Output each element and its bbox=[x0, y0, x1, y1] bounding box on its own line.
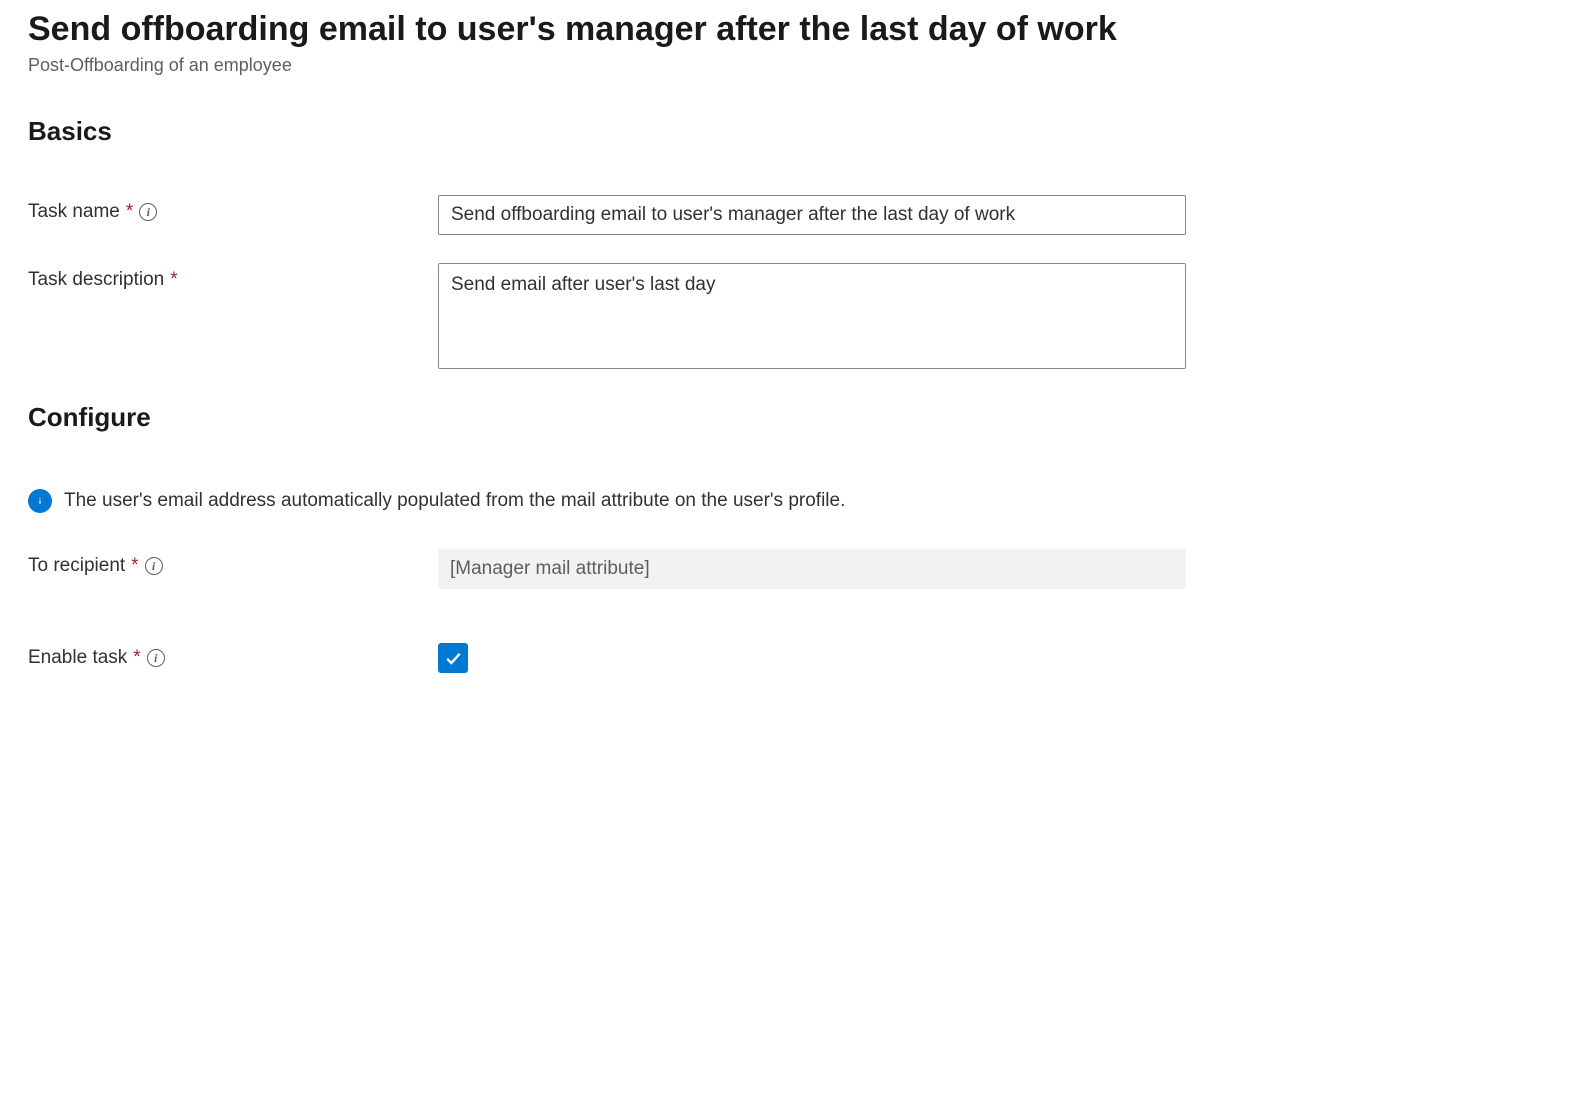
section-basics-heading: Basics bbox=[28, 116, 1563, 147]
task-name-input[interactable] bbox=[438, 195, 1186, 235]
info-banner: The user's email address automatically p… bbox=[28, 489, 1563, 513]
info-icon[interactable]: i bbox=[147, 649, 165, 667]
to-recipient-label: To recipient * i bbox=[28, 549, 438, 577]
enable-task-label-text: Enable task bbox=[28, 647, 127, 669]
section-configure-heading: Configure bbox=[28, 402, 1563, 433]
enable-task-label: Enable task * i bbox=[28, 641, 438, 669]
task-name-row: Task name * i bbox=[28, 195, 1563, 235]
task-description-row: Task description * bbox=[28, 263, 1563, 374]
required-indicator: * bbox=[170, 269, 177, 291]
to-recipient-row: To recipient * i [Manager mail attribute… bbox=[28, 549, 1563, 589]
task-description-label-text: Task description bbox=[28, 269, 164, 291]
required-indicator: * bbox=[126, 201, 133, 223]
info-icon[interactable]: i bbox=[145, 557, 163, 575]
info-icon[interactable]: i bbox=[139, 203, 157, 221]
page-subtitle: Post-Offboarding of an employee bbox=[28, 55, 1563, 76]
task-description-label: Task description * bbox=[28, 263, 438, 291]
required-indicator: * bbox=[133, 647, 140, 669]
page-title: Send offboarding email to user's manager… bbox=[28, 8, 1563, 51]
required-indicator: * bbox=[131, 555, 138, 577]
task-name-label: Task name * i bbox=[28, 195, 438, 223]
enable-task-checkbox[interactable] bbox=[438, 643, 468, 673]
enable-task-row: Enable task * i bbox=[28, 641, 1563, 673]
info-circle-icon bbox=[28, 489, 52, 513]
task-name-label-text: Task name bbox=[28, 201, 120, 223]
task-description-input[interactable] bbox=[438, 263, 1186, 369]
to-recipient-label-text: To recipient bbox=[28, 555, 125, 577]
to-recipient-field: [Manager mail attribute] bbox=[438, 549, 1186, 589]
checkmark-icon bbox=[443, 648, 463, 668]
info-banner-text: The user's email address automatically p… bbox=[64, 490, 845, 512]
